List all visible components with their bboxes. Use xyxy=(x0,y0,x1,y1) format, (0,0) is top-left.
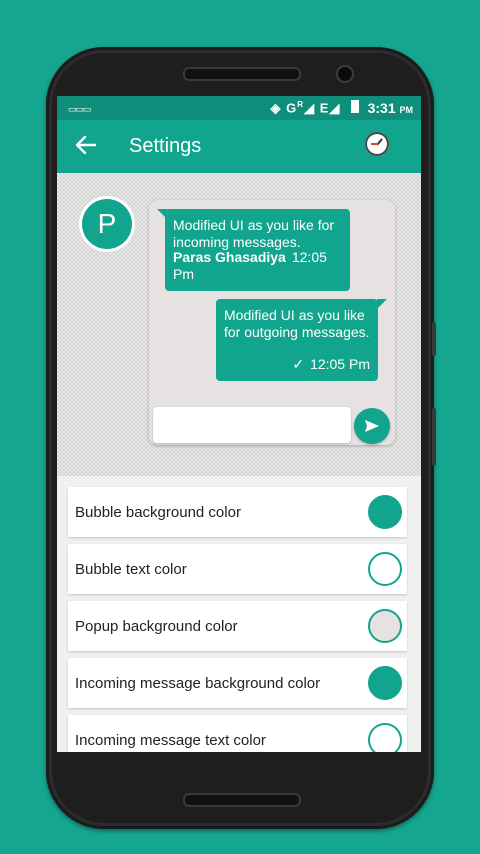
earpiece-speaker xyxy=(183,67,301,81)
bottom-speaker xyxy=(183,793,301,807)
setting-incoming-message-background-color[interactable]: Incoming message background color xyxy=(68,658,407,708)
power-button xyxy=(432,322,436,356)
color-swatch[interactable] xyxy=(368,552,402,586)
wifi-icon: ◈ xyxy=(270,100,282,116)
popup-window: Modified UI as you like for incoming mes… xyxy=(149,200,395,445)
incoming-text: Modified UI as you like for incoming mes… xyxy=(173,217,335,250)
incoming-meta: Paras Ghasadiya 12:05 Pm xyxy=(173,249,350,283)
setting-popup-background-color[interactable]: Popup background color xyxy=(68,601,407,651)
app-bar: Settings xyxy=(57,120,421,173)
setting-label: Incoming message text color xyxy=(75,732,266,749)
chat-preview: P Modified UI as you like for incoming m… xyxy=(57,173,421,476)
sender-name: Paras Ghasadiya xyxy=(173,249,286,265)
check-icon: ✓ xyxy=(292,356,305,372)
outgoing-meta: ✓ 12:05 Pm xyxy=(292,356,370,373)
signal-icon-2: ◢ xyxy=(329,100,341,116)
network-label: G xyxy=(286,100,298,116)
signal-icon: ◢ xyxy=(304,100,316,116)
avatar: P xyxy=(82,199,132,249)
page-title: Settings xyxy=(129,135,202,157)
setting-label: Incoming message background color xyxy=(75,675,321,692)
battery-icon xyxy=(351,100,359,114)
color-swatch[interactable] xyxy=(368,495,402,529)
outgoing-text: Modified UI as you like for outgoing mes… xyxy=(224,307,370,340)
keyboard-icon: ▭▭▭ xyxy=(68,104,91,114)
color-swatch[interactable] xyxy=(368,666,402,700)
incoming-bubble: Modified UI as you like for incoming mes… xyxy=(157,209,350,291)
message-input[interactable] xyxy=(153,407,351,443)
setting-label: Bubble background color xyxy=(75,504,241,521)
setting-bubble-text-color[interactable]: Bubble text color xyxy=(68,544,407,594)
arrow-back-icon[interactable] xyxy=(72,131,100,159)
time-value: 3:31 xyxy=(367,100,396,116)
navigation-bar xyxy=(57,752,421,766)
color-swatch[interactable] xyxy=(368,609,402,643)
status-icons: ◈ GR◢ E◢ xyxy=(271,100,359,116)
outgoing-bubble: Modified UI as you like for outgoing mes… xyxy=(216,299,387,381)
setting-label: Bubble text color xyxy=(75,561,187,578)
edge-label: E xyxy=(319,100,330,116)
volume-button xyxy=(432,408,436,466)
setting-bubble-background-color[interactable]: Bubble background color xyxy=(68,487,407,537)
front-camera xyxy=(336,65,354,83)
status-time: 3:31 PM xyxy=(368,100,413,116)
outgoing-time: 12:05 Pm xyxy=(310,356,370,372)
clock-icon[interactable] xyxy=(365,132,389,156)
setting-label: Popup background color xyxy=(75,618,238,635)
status-bar: ▭▭▭ ◈ GR◢ E◢ 3:31 PM xyxy=(57,96,421,120)
screen: ▭▭▭ ◈ GR◢ E◢ 3:31 PM Settings P Modified… xyxy=(57,96,421,766)
send-icon[interactable] xyxy=(354,408,390,444)
settings-list: Bubble background color Bubble text colo… xyxy=(57,476,421,766)
time-ampm: PM xyxy=(399,105,414,115)
